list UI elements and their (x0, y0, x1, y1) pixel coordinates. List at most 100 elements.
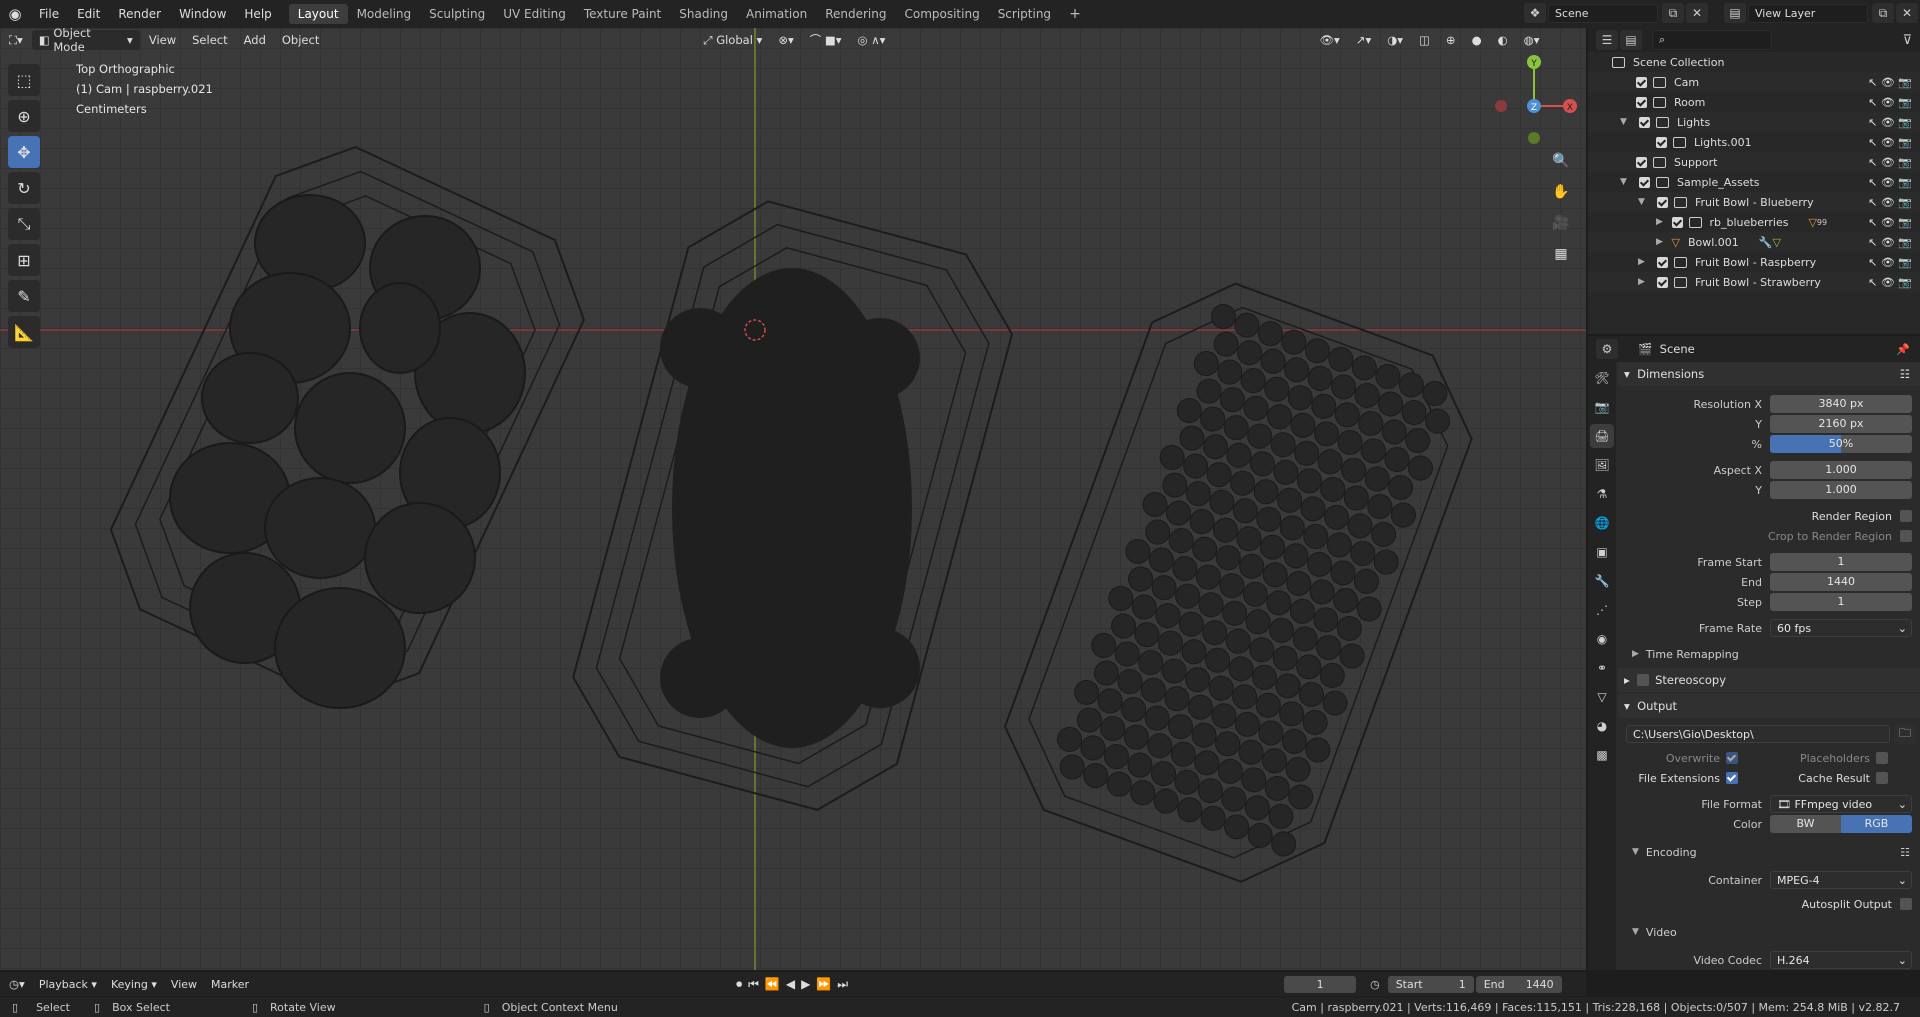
shading-wireframe-icon[interactable]: ⊕ (1439, 30, 1463, 50)
delete-view-layer-icon[interactable]: ✕ (1896, 3, 1918, 23)
xray-icon[interactable]: ◫ (1412, 30, 1437, 50)
include-checkbox[interactable] (1636, 156, 1647, 168)
overlays-icon[interactable]: ◑▾ (1380, 30, 1410, 50)
autosplit-checkbox[interactable] (1900, 898, 1912, 910)
next-keyframe-icon[interactable]: ⏩ (816, 977, 831, 992)
gizmo-toggle-icon[interactable]: ↗▾ (1349, 30, 1378, 50)
3d-viewport[interactable]: ⛶▾ ◧ Object Mode ▾ View Select Add Objec… (0, 28, 1586, 970)
frame-end-field[interactable]: 1440 (1770, 573, 1912, 591)
scale-tool-icon[interactable]: ⤡ (8, 208, 40, 240)
include-checkbox[interactable] (1639, 116, 1650, 128)
start-frame-field[interactable]: Start 1 (1387, 975, 1474, 993)
stereoscopy-panel-header[interactable]: ▸ Stereoscopy (1618, 668, 1920, 692)
time-remapping-subpanel[interactable]: ▶ Time Remapping (1618, 644, 1920, 664)
tab-scripting[interactable]: Scripting (989, 4, 1060, 24)
preview-range-icon[interactable]: ◷ (1370, 978, 1380, 991)
placeholders-checkbox[interactable] (1876, 752, 1888, 764)
expand-icon[interactable]: ▶ (1656, 237, 1668, 247)
delete-scene-icon[interactable]: ✕ (1686, 3, 1708, 23)
tree-row-bowl-001[interactable]: ▶ ▽ Bowl.001 🔧 ▽ ↖ 👁 📷 (1588, 232, 1920, 252)
tab-layout[interactable]: Layout (288, 4, 348, 24)
aspect-x-field[interactable]: 1.000 (1770, 461, 1912, 479)
crop-checkbox[interactable] (1900, 530, 1912, 542)
shading-material-icon[interactable]: ◐ (1491, 30, 1515, 50)
shading-solid-icon[interactable]: ● (1465, 30, 1489, 50)
constraints-tab-icon[interactable]: ⚭ (1590, 656, 1614, 680)
tree-row-fruit-bowl-raspberry[interactable]: ▶ Fruit Bowl - Raspberry ↖ 👁 📷 (1588, 252, 1920, 272)
video-subpanel[interactable]: ▼ Video (1618, 922, 1920, 942)
texture-tab-icon[interactable]: ▩ (1590, 743, 1614, 767)
tab-sculpting[interactable]: Sculpting (420, 4, 494, 24)
proportional-edit-icon[interactable]: ◎ ∧▾ (851, 30, 893, 50)
expand-icon[interactable]: ▶ (1638, 257, 1650, 267)
tree-row-scene-collection[interactable]: Scene Collection (1588, 52, 1920, 72)
row-toggles[interactable]: ↖ 👁 📷 (1868, 216, 1912, 229)
cursor-tool-icon[interactable]: ⊕ (8, 100, 40, 132)
modifier-tab-icon[interactable]: 🔧 (1590, 569, 1614, 593)
row-toggles[interactable]: ↖ 👁 📷 (1868, 116, 1912, 129)
row-toggles[interactable]: ↖ 👁 📷 (1868, 96, 1912, 109)
menu-window[interactable]: Window (170, 7, 235, 21)
measure-tool-icon[interactable]: 📐 (8, 316, 40, 348)
include-checkbox[interactable] (1656, 136, 1667, 148)
include-checkbox[interactable] (1657, 256, 1668, 268)
new-scene-icon[interactable]: ⧉ (1662, 3, 1684, 23)
view-layer-tab-icon[interactable]: 🖼 (1590, 453, 1614, 477)
folder-icon[interactable]: 🗀 (1894, 724, 1916, 744)
tree-row-cam[interactable]: Cam ↖ 👁 📷 (1588, 72, 1920, 92)
output-panel-header[interactable]: ▾ Output (1618, 694, 1920, 718)
tab-texture-paint[interactable]: Texture Paint (575, 4, 670, 24)
data-tab-icon[interactable]: ▽ (1590, 685, 1614, 709)
play-icon[interactable]: ▶ (801, 977, 810, 992)
aspect-y-field[interactable]: 1.000 (1770, 481, 1912, 499)
expand-icon[interactable]: ▼ (1620, 177, 1632, 187)
jump-end-icon[interactable]: ⏭ (837, 977, 848, 992)
frame-rate-dropdown[interactable]: 60 fps ⌄ (1770, 619, 1912, 637)
zoom-icon[interactable]: 🔍 (1548, 148, 1574, 174)
container-dropdown[interactable]: MPEG-4 ⌄ (1770, 871, 1912, 889)
menu-playback[interactable]: Playback ▾ (32, 978, 104, 991)
transform-tool-icon[interactable]: ⊞ (8, 244, 40, 276)
add-workspace-icon[interactable]: + (1060, 3, 1090, 25)
menu-view[interactable]: View (142, 30, 183, 50)
include-checkbox[interactable] (1636, 96, 1647, 108)
mode-selector[interactable]: ◧ Object Mode ▾ (31, 28, 140, 54)
view-layer-icon[interactable]: ▤ (1724, 3, 1746, 23)
navigation-gizmo[interactable]: Y X Z (1484, 52, 1584, 152)
tree-row-rb-blueberries[interactable]: ▶ rb_blueberries ▽ 99 ↖ 👁 📷 (1588, 212, 1920, 232)
row-toggles[interactable]: ↖ 👁 📷 (1868, 136, 1912, 149)
snap-icon[interactable]: ⌒ ■▾ (803, 30, 849, 50)
row-toggles[interactable]: ↖ 👁 📷 (1868, 176, 1912, 189)
menu-marker[interactable]: Marker (204, 978, 256, 991)
properties-editor-icon[interactable]: ⚙ (1596, 339, 1618, 359)
menu-select[interactable]: Select (185, 30, 234, 50)
expand-icon[interactable]: ▼ (1638, 197, 1650, 207)
output-tab-icon[interactable]: 🖨 (1590, 424, 1614, 448)
row-toggles[interactable]: ↖ 👁 📷 (1868, 196, 1912, 209)
row-toggles[interactable]: ↖ 👁 📷 (1868, 236, 1912, 249)
timeline-editor-icon[interactable]: ◷▾ (2, 974, 32, 994)
color-bw-button[interactable]: BW (1770, 815, 1841, 833)
object-tab-icon[interactable]: ▣ (1590, 540, 1614, 564)
include-checkbox[interactable] (1657, 196, 1668, 208)
camera-view-icon[interactable]: 🎥 (1548, 210, 1574, 236)
frame-step-field[interactable]: 1 (1770, 593, 1912, 611)
tab-modeling[interactable]: Modeling (348, 4, 421, 24)
rotate-tool-icon[interactable]: ↻ (8, 172, 40, 204)
shading-rendered-icon[interactable]: ◍▾ (1517, 30, 1547, 50)
annotate-tool-icon[interactable]: ✎ (8, 280, 40, 312)
play-reverse-icon[interactable]: ◀ (786, 977, 795, 992)
world-tab-icon[interactable]: 🌐 (1590, 511, 1614, 535)
resolution-y-field[interactable]: 2160 px (1770, 415, 1912, 433)
new-view-layer-icon[interactable]: ⧉ (1872, 3, 1894, 23)
row-toggles[interactable]: ↖ 👁 📷 (1868, 156, 1912, 169)
render-region-checkbox[interactable] (1900, 510, 1912, 522)
color-rgb-button[interactable]: RGB (1841, 815, 1912, 833)
tree-row-support[interactable]: Support ↖ 👁 📷 (1588, 152, 1920, 172)
include-checkbox[interactable] (1636, 76, 1647, 88)
include-checkbox[interactable] (1657, 276, 1668, 288)
end-frame-field[interactable]: End 1440 (1475, 975, 1562, 993)
current-frame-field[interactable]: 1 (1284, 975, 1357, 993)
stereoscopy-checkbox[interactable] (1637, 674, 1650, 686)
pivot-point-icon[interactable]: ⊗▾ (771, 30, 800, 50)
